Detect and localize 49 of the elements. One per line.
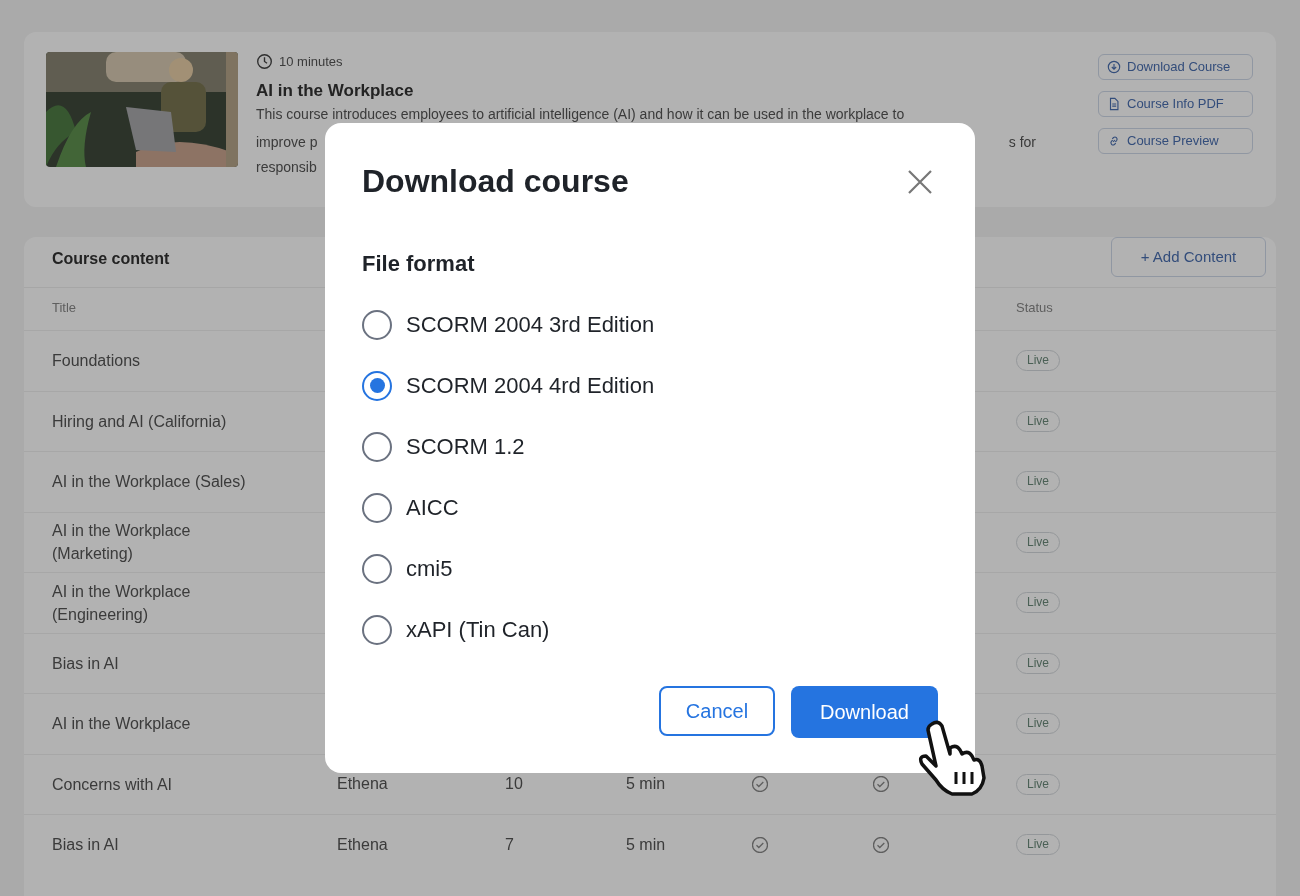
table-cell-text: Hiring and AI (California) [52,411,227,432]
course-title: AI in the Workplace [256,79,415,102]
table-cell-text: 5 min [626,834,667,855]
option-label: SCORM 1.2 [406,433,525,461]
column-header: Title [52,299,78,318]
duration-text: 10 minutes [279,53,343,71]
table-cell-text: AI in the Workplace [52,714,191,735]
description-text: s for [1008,133,1036,152]
section-title: Course content [52,249,170,269]
description-text: improve p [256,133,318,152]
description-text: responsib [256,158,317,177]
option-label: cmi5 [406,555,453,583]
column-header: Status [1016,299,1053,318]
cancel-button[interactable]: Cancel [659,686,775,736]
section-label: File format [362,250,476,278]
table-cell-text: 7 [505,834,515,855]
radio-button[interactable] [362,309,392,340]
document-icon [1107,97,1121,111]
option-label: xAPI (Tin Can) [406,616,550,644]
table-cell-text: 5 min [626,774,667,795]
table-cell-text: Concerns with AI [52,774,173,795]
radio-button[interactable] [362,492,392,523]
action-button[interactable]: Course Preview [1098,128,1253,154]
close-icon[interactable] [907,169,933,195]
radio-button[interactable] [362,614,392,645]
radio-button[interactable] [362,553,392,584]
table-cell-text: Bias in AI [52,835,119,856]
table-cell-text: AI in the Workplace (Sales) [52,472,246,493]
link-icon [1107,134,1121,148]
table-cell-text: AI in the Workplace (Engineering) [52,581,192,625]
table-cell-text: Foundations [52,351,141,372]
table-cell-text: Ethena [337,774,389,795]
radio-button[interactable] [362,370,392,401]
dialog-title: Download course [362,162,629,201]
description-text: This course introduces employees to artificial intelligence (AI) and how it can be used in the workplace to [256,105,905,124]
table-cell-text: Ethena [337,834,389,855]
download-button[interactable]: Download [791,686,938,738]
download-icon [1107,60,1121,74]
radio-button[interactable] [362,431,392,462]
action-button[interactable]: Download Course [1098,54,1253,80]
option-label: AICC [406,494,459,522]
option-label: SCORM 2004 4rd Edition [406,372,655,400]
add-content-button[interactable]: + Add Content [1111,237,1266,277]
action-button[interactable]: Course Info PDF [1098,91,1253,117]
table-cell-text: 10 [505,774,524,795]
clock-icon [256,53,273,71]
table-cell-text: AI in the Workplace (Marketing) [52,521,192,565]
table-cell-text: Bias in AI [52,653,119,674]
option-label: SCORM 2004 3rd Edition [406,311,655,339]
